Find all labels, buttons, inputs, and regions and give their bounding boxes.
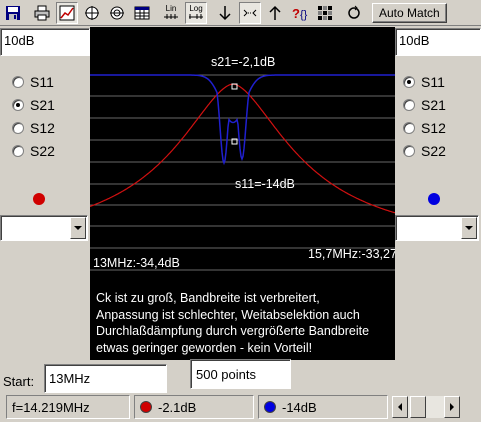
left-trace-combo[interactable]	[0, 215, 88, 241]
refresh-icon[interactable]	[343, 2, 365, 24]
left-edge-label: 13MHz:-34,4dB	[93, 256, 180, 270]
start-label: Start:	[3, 374, 35, 389]
grid-icon[interactable]	[314, 2, 336, 24]
toolbar: Lin Log ?{} Auto Match	[0, 0, 481, 26]
s11-status-dot	[264, 401, 276, 413]
plot-grid	[90, 74, 395, 271]
right-trace-color-dot	[428, 193, 440, 205]
auto-match-button[interactable]: Auto Match	[372, 2, 447, 23]
left-option-label: S11	[30, 73, 54, 90]
status-s21-text: -2.1dB	[158, 399, 197, 415]
scroll-thumb[interactable]	[410, 396, 426, 418]
plot-area[interactable]: s21=-2,1dB s11=-14dB 13MHz:-34,4dB 15,7M…	[90, 27, 395, 360]
right-option-label: S22	[421, 142, 446, 159]
right-radio-s11[interactable]	[403, 75, 415, 88]
right-option-s11[interactable]: S11	[403, 70, 481, 93]
note-line: Anpassung ist schlechter, Weitabselektio…	[96, 307, 360, 322]
crosshair-icon[interactable]	[81, 2, 103, 24]
right-option-s22[interactable]: S22	[403, 139, 481, 162]
start-frequency-field[interactable]: 13MHz	[44, 364, 167, 393]
horizontal-scrollbar[interactable]	[392, 396, 460, 418]
s11-marker-label: s11=-14dB	[235, 177, 295, 191]
right-option-label: S21	[421, 96, 446, 113]
svg-text:{}: {}	[300, 9, 308, 21]
s21-marker-label: s21=-2,1dB	[211, 55, 276, 69]
left-option-s22[interactable]: S22	[12, 139, 100, 162]
right-radio-s21[interactable]	[403, 98, 415, 111]
status-s11: -14dB	[258, 395, 388, 419]
left-option-s11[interactable]: S11	[12, 70, 100, 93]
left-trace-color-dot	[33, 193, 45, 205]
points-field[interactable]: 500 points	[190, 359, 291, 389]
left-combo-dropdown-icon[interactable]	[70, 217, 86, 239]
right-radio-s22[interactable]	[403, 144, 415, 157]
print-icon[interactable]	[31, 2, 53, 24]
right-trace-combo[interactable]	[395, 215, 479, 241]
left-radio-s22[interactable]	[12, 144, 24, 157]
svg-text:?: ?	[292, 6, 300, 21]
right-parameter-group: S11 S21 S12 S22	[403, 70, 481, 162]
right-radio-s12[interactable]	[403, 121, 415, 134]
left-parameter-group: S11 S21 S12 S22	[12, 70, 100, 162]
left-radio-s21[interactable]	[12, 98, 24, 111]
left-scale-field[interactable]: 10dB	[0, 28, 90, 56]
status-frequency: f=14.219MHz	[6, 395, 130, 419]
s21-trace	[90, 83, 395, 214]
right-option-label: S12	[421, 119, 446, 136]
plot-note: Ck ist zu groß, Bandbreite ist verbreite…	[96, 290, 395, 356]
scroll-right-icon[interactable]	[444, 396, 460, 418]
left-option-s21[interactable]: S21	[12, 93, 100, 116]
help-icon[interactable]: ?{}	[289, 2, 311, 24]
table-icon[interactable]	[131, 2, 153, 24]
note-line: Ck ist zu groß, Bandbreite ist verbreite…	[96, 291, 320, 305]
chart-icon[interactable]	[56, 1, 78, 24]
left-option-label: S12	[30, 119, 55, 136]
left-radio-s12[interactable]	[12, 121, 24, 134]
left-radio-s11[interactable]	[12, 75, 24, 88]
right-combo-dropdown-icon[interactable]	[461, 217, 477, 239]
right-scale-field[interactable]: 10dB	[395, 28, 481, 56]
arrow-up-icon[interactable]	[264, 2, 286, 24]
status-frequency-text: f=14.219MHz	[12, 399, 90, 415]
right-option-s12[interactable]: S12	[403, 116, 481, 139]
target-icon[interactable]	[106, 2, 128, 24]
left-option-label: S21	[30, 96, 55, 113]
scroll-left-icon[interactable]	[392, 396, 408, 418]
s21-status-dot	[140, 401, 152, 413]
lin-icon[interactable]: Lin	[160, 2, 182, 24]
right-option-label: S11	[421, 73, 445, 90]
zoom-in-icon[interactable]	[239, 1, 261, 24]
status-s11-text: -14dB	[282, 399, 317, 415]
right-option-s21[interactable]: S21	[403, 93, 481, 116]
log-icon[interactable]: Log	[185, 1, 207, 24]
note-line: Durchlaßdämpfung durch vergrößerte Bandb…	[96, 324, 370, 338]
lin-label: Lin	[165, 4, 177, 13]
left-option-label: S22	[30, 142, 55, 159]
log-label: Log	[189, 4, 203, 13]
note-line: etwas geringer geworden - kein Vorteil!	[96, 340, 313, 355]
right-edge-label: 15,7MHz:-33,27dB	[308, 247, 395, 261]
left-option-s12[interactable]: S12	[12, 116, 100, 139]
save-icon[interactable]	[2, 2, 24, 24]
arrow-down-icon[interactable]	[214, 2, 236, 24]
status-s21: -2.1dB	[134, 395, 254, 419]
